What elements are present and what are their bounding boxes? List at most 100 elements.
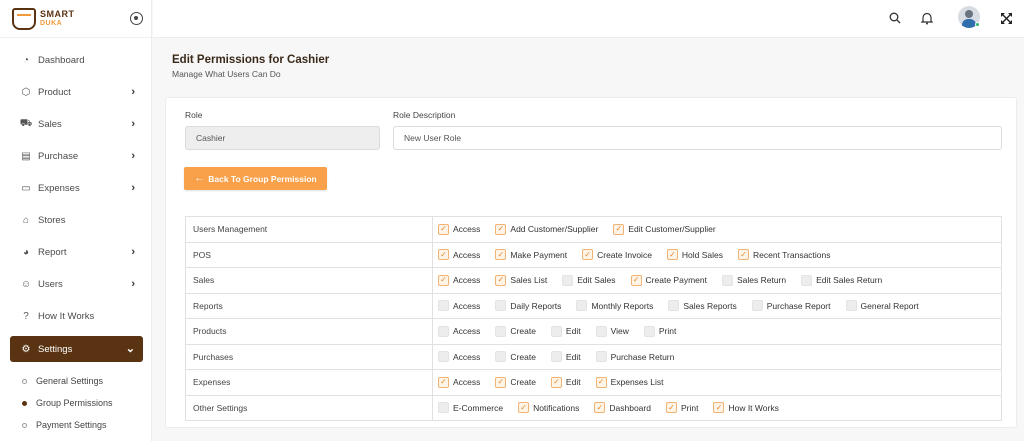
permission-checkbox[interactable]: ✓View: [595, 325, 629, 337]
permission-checkbox[interactable]: ✓ Add Customer/Supplier: [495, 223, 598, 235]
permission-checkbox[interactable]: ✓ Access: [438, 325, 480, 337]
permission-checkbox[interactable]: ✓ Access: [438, 274, 481, 286]
permission-checkbox[interactable]: ✓Print: [665, 402, 698, 414]
sidebar-item-product[interactable]: ⬡ Product ›: [0, 76, 151, 108]
permission-checkbox[interactable]: ✓ Notifications: [518, 402, 579, 414]
sidebar-item-dashboard[interactable]: ◔ Dashboard: [0, 44, 151, 76]
checkbox-checked-icon[interactable]: ✓: [595, 376, 607, 388]
checkbox-unchecked-icon[interactable]: ✓: [495, 351, 507, 363]
permission-checkbox[interactable]: ✓Print: [643, 325, 676, 337]
checkbox-checked-icon[interactable]: ✓: [495, 274, 507, 286]
checkbox-unchecked-icon[interactable]: ✓: [668, 300, 680, 312]
checkbox-unchecked-icon[interactable]: ✓: [495, 325, 507, 337]
permission-checkbox[interactable]: ✓ Access: [438, 351, 480, 363]
permission-checkbox[interactable]: ✓ Edit Customer/Supplier: [613, 223, 716, 235]
brand[interactable]: SMART DUKA: [0, 0, 151, 38]
checkbox-checked-icon[interactable]: ✓: [495, 223, 507, 235]
checkbox-unchecked-icon[interactable]: ✓: [595, 351, 607, 363]
checkbox-unchecked-icon[interactable]: ✓: [550, 351, 562, 363]
permission-checkbox[interactable]: ✓Sales Return: [721, 274, 786, 286]
checkbox-checked-icon[interactable]: ✓: [613, 223, 625, 235]
checkbox-unchecked-icon[interactable]: ✓: [595, 325, 607, 337]
permission-checkbox[interactable]: ✓Purchase Report: [751, 300, 831, 312]
permission-label: Access: [453, 275, 481, 286]
permission-checkbox[interactable]: ✓Sales Reports: [668, 300, 737, 312]
checkbox-unchecked-icon[interactable]: ✓: [438, 325, 449, 337]
permission-checkbox[interactable]: ✓Create: [495, 376, 536, 388]
checkbox-unchecked-icon[interactable]: ✓: [801, 274, 813, 286]
permission-checkbox[interactable]: ✓ Access: [438, 300, 480, 312]
sidebar-item-expenses[interactable]: ▭ Expenses ›: [0, 172, 151, 204]
permission-checkbox[interactable]: ✓ Hold Sales: [666, 249, 723, 261]
checkbox-unchecked-icon[interactable]: ✓: [845, 300, 857, 312]
checkbox-unchecked-icon[interactable]: ✓: [495, 300, 507, 312]
permission-checkbox[interactable]: ✓Edit Sales: [562, 274, 616, 286]
checkbox-checked-icon[interactable]: ✓: [738, 249, 750, 261]
checkbox-checked-icon[interactable]: ✓: [438, 223, 449, 235]
sidebar-item-settings[interactable]: ⚙ Settings ⌄: [10, 336, 143, 362]
sidebar-item-report[interactable]: ◕ Report ›: [0, 236, 151, 268]
checkbox-checked-icon[interactable]: ✓: [713, 402, 725, 414]
permission-checkbox[interactable]: ✓Edit: [550, 351, 581, 363]
permission-checkbox[interactable]: ✓ Make Payment: [495, 249, 568, 261]
subnav-item-group-permissions[interactable]: Group Permissions: [0, 392, 151, 414]
permission-checkbox[interactable]: ✓ Create Payment: [630, 274, 707, 286]
sidebar-item-stores[interactable]: ⌂ Stores: [0, 204, 151, 236]
help-icon: ?: [23, 310, 29, 322]
sidebar-item-users[interactable]: ☺ Users ›: [0, 268, 151, 300]
checkbox-checked-icon[interactable]: ✓: [438, 376, 449, 388]
back-to-group-permission-button[interactable]: ← Back To Group Permission: [184, 167, 327, 190]
checkbox-checked-icon[interactable]: ✓: [518, 402, 530, 414]
permission-checkbox[interactable]: ✓ How It Works: [713, 402, 779, 414]
permission-checkbox[interactable]: ✓ Create Invoice: [582, 249, 652, 261]
permission-checkbox[interactable]: ✓ Recent Transactions: [738, 249, 831, 261]
permission-checkbox[interactable]: ✓Purchase Return: [595, 351, 674, 363]
permission-checkbox[interactable]: ✓ Access: [438, 223, 480, 235]
checkbox-unchecked-icon[interactable]: ✓: [550, 325, 562, 337]
permission-checkbox[interactable]: ✓ Access: [438, 249, 480, 261]
search-icon[interactable]: [888, 11, 902, 25]
fullscreen-icon[interactable]: [999, 11, 1013, 25]
sidebar-item-how-it-works[interactable]: ? How It Works: [0, 300, 151, 332]
sidebar-toggle-icon[interactable]: [130, 12, 143, 25]
checkbox-unchecked-icon[interactable]: ✓: [643, 325, 655, 337]
permission-checkbox[interactable]: ✓Edit Sales Return: [801, 274, 882, 286]
checkbox-checked-icon[interactable]: ✓: [594, 402, 606, 414]
permission-checkbox[interactable]: ✓ E-Commerce: [438, 402, 503, 414]
checkbox-checked-icon[interactable]: ✓: [630, 274, 642, 286]
permission-checkbox[interactable]: ✓Daily Reports: [495, 300, 561, 312]
checkbox-checked-icon[interactable]: ✓: [665, 402, 677, 414]
checkbox-checked-icon[interactable]: ✓: [495, 249, 507, 261]
permission-checkbox[interactable]: ✓Create: [495, 351, 536, 363]
subnav-item-payment-settings[interactable]: Payment Settings: [0, 414, 151, 436]
permission-checkbox[interactable]: ✓ Dashboard: [594, 402, 651, 414]
checkbox-unchecked-icon[interactable]: ✓: [562, 274, 574, 286]
subnav-item-general-settings[interactable]: General Settings: [0, 370, 151, 392]
checkbox-checked-icon[interactable]: ✓: [438, 249, 449, 261]
checkbox-unchecked-icon[interactable]: ✓: [438, 402, 449, 414]
permission-label: Make Payment: [510, 249, 568, 260]
role-description-input[interactable]: New User Role: [393, 126, 1002, 150]
checkbox-checked-icon[interactable]: ✓: [582, 249, 594, 261]
checkbox-unchecked-icon[interactable]: ✓: [438, 351, 449, 363]
checkbox-unchecked-icon[interactable]: ✓: [576, 300, 588, 312]
permission-checkbox[interactable]: ✓ Expenses List: [595, 376, 664, 388]
checkbox-unchecked-icon[interactable]: ✓: [438, 300, 449, 312]
checkbox-checked-icon[interactable]: ✓: [495, 376, 507, 388]
sidebar-item-sales[interactable]: ⛟ Sales ›: [0, 108, 151, 140]
permission-checkbox[interactable]: ✓Edit: [550, 325, 581, 337]
sidebar-item-purchase[interactable]: ▤ Purchase ›: [0, 140, 151, 172]
checkbox-unchecked-icon[interactable]: ✓: [751, 300, 763, 312]
permission-checkbox[interactable]: ✓General Report: [845, 300, 919, 312]
checkbox-unchecked-icon[interactable]: ✓: [721, 274, 733, 286]
checkbox-checked-icon[interactable]: ✓: [666, 249, 678, 261]
permission-checkbox[interactable]: ✓Edit: [550, 376, 581, 388]
checkbox-checked-icon[interactable]: ✓: [438, 274, 449, 286]
bell-icon[interactable]: [920, 11, 934, 25]
permission-checkbox[interactable]: ✓Monthly Reports: [576, 300, 653, 312]
permission-checkbox[interactable]: ✓Create: [495, 325, 536, 337]
permission-label: View: [610, 326, 629, 337]
permission-checkbox[interactable]: ✓ Sales List: [495, 274, 547, 286]
checkbox-checked-icon[interactable]: ✓: [550, 376, 562, 388]
permission-checkbox[interactable]: ✓ Access: [438, 376, 480, 388]
